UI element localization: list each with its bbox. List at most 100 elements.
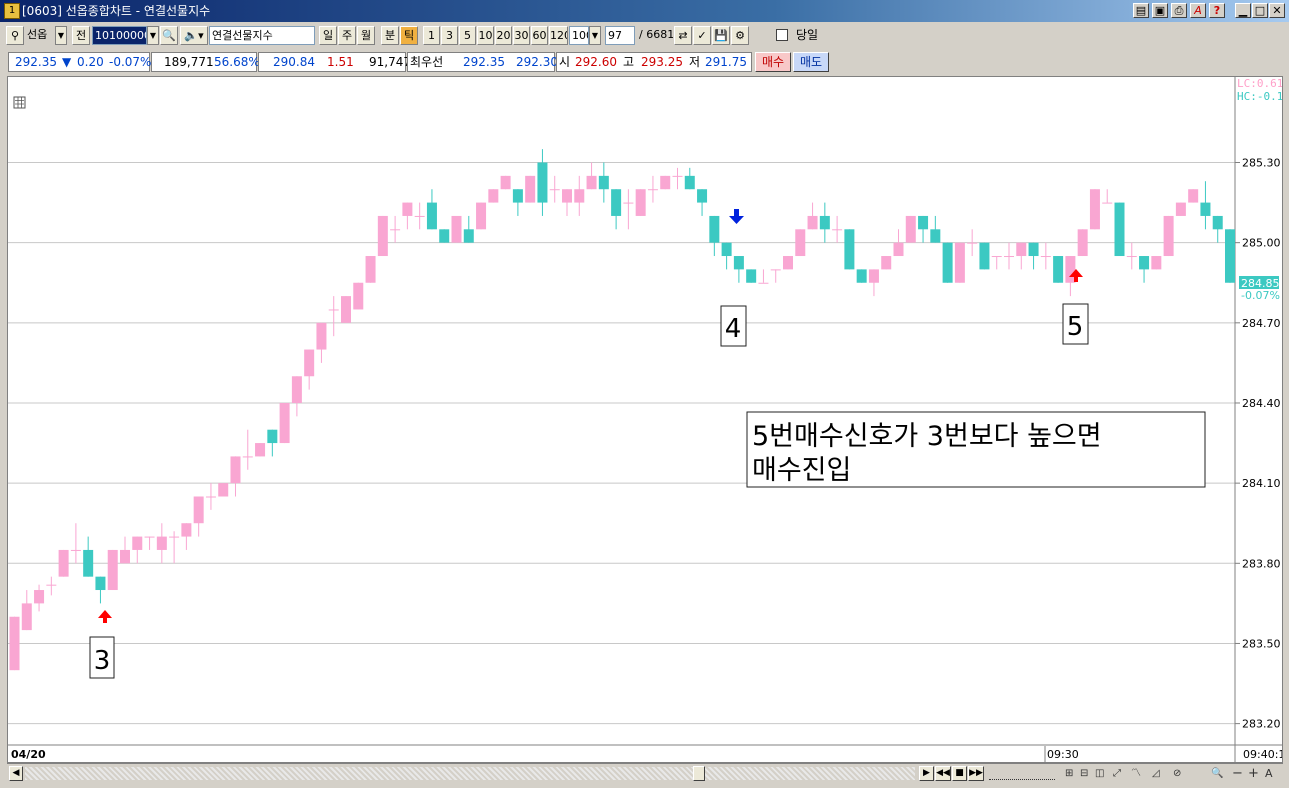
fast-forward-button[interactable]: ▶▶ (968, 766, 984, 781)
interval-3-button[interactable]: 3 (441, 26, 458, 45)
candle-body (193, 496, 204, 524)
candle-body (304, 349, 315, 377)
screen-icon[interactable]: ▣ (1152, 3, 1168, 18)
period-week-button[interactable]: 주 (338, 26, 356, 45)
layout-icon[interactable]: ▤ (1133, 3, 1149, 18)
minimize-button[interactable]: ▁ (1235, 3, 1251, 18)
pin-icon[interactable]: ⚲ (6, 26, 24, 45)
chart-panel[interactable]: 285.30 285.00 284.70 284.40 284.10 283.80 283.… (7, 76, 1283, 763)
play-button[interactable]: ▶ (919, 766, 934, 781)
candle-body (525, 175, 536, 203)
current-price: 292.35 (15, 55, 57, 69)
zoom-in-icon[interactable]: + (1248, 767, 1259, 780)
bottom-scrollbar[interactable]: ◀ ▶ ◀◀ ■ ▶▶ ⊞ ⊟ ◫ ⤢ 〽 ◿ ⊘ 🔍 − + A (7, 763, 1283, 783)
candle-body (967, 242, 978, 244)
trend-tool-icon[interactable]: ◿ (1152, 768, 1160, 780)
wave-tool-icon[interactable]: 〽 (1131, 768, 1141, 780)
interval-1-button[interactable]: 1 (423, 26, 440, 45)
interval-120-button[interactable]: 120 (549, 26, 568, 45)
candlestick-chart[interactable]: 285.30 285.00 284.70 284.40 284.10 283.80 283.… (8, 77, 1282, 762)
window-tool-icon[interactable]: ◫ (1095, 768, 1104, 780)
current-change-label: -0.07% (1241, 289, 1280, 302)
lc-indicator: LC:0.61 (1237, 77, 1282, 90)
maximize-button[interactable]: □ (1252, 3, 1268, 18)
sell-button[interactable]: 매도 (793, 52, 829, 72)
candle-body (218, 483, 229, 497)
code-input[interactable]: 101000000 (92, 26, 147, 45)
transfer-icon[interactable]: ⇄ (674, 26, 692, 45)
candle-body (905, 215, 916, 243)
candle-body (623, 202, 634, 204)
candle-body (1065, 256, 1076, 283)
candle-body (83, 549, 94, 577)
candle-body (1114, 202, 1125, 257)
candle-body (1077, 229, 1088, 257)
zoom-in-box-icon[interactable]: ⊞ (1065, 768, 1073, 780)
zoom-out-box-icon[interactable]: ⊟ (1080, 768, 1088, 780)
period-tick-button[interactable]: 틱 (400, 26, 418, 45)
search-icon[interactable]: 🔍 (160, 26, 178, 45)
market-dropdown-icon[interactable]: ▼ (55, 26, 67, 45)
candle-body (537, 162, 548, 203)
candle-body (1225, 229, 1235, 283)
interval-30-button[interactable]: 30 (513, 26, 530, 45)
zoom-out-icon[interactable]: − (1232, 767, 1243, 780)
candle-body (402, 202, 413, 216)
interval-20-button[interactable]: 20 (495, 26, 512, 45)
period-day-button[interactable]: 일 (319, 26, 337, 45)
print-icon[interactable]: ⎙ (1171, 3, 1187, 18)
candle-body (868, 269, 879, 283)
candle-body (844, 229, 855, 270)
candle-body (598, 175, 609, 190)
tick-select[interactable]: 100 (569, 26, 589, 45)
candle-body (377, 215, 388, 257)
check-chart-icon[interactable]: ✓ (693, 26, 711, 45)
candle-body (1188, 189, 1199, 203)
candles (9, 149, 1235, 671)
interval-10-button[interactable]: 10 (477, 26, 494, 45)
font-icon[interactable]: A (1190, 3, 1206, 18)
magnify-icon[interactable]: 🔍 (1211, 768, 1223, 780)
basis: 1.51 (327, 55, 354, 69)
candle-body (70, 549, 81, 551)
candle-body (783, 256, 793, 270)
candle-body (439, 229, 450, 243)
total-count: / 6681 (639, 28, 673, 41)
candle-body (107, 549, 118, 591)
candle-body (242, 456, 253, 458)
sell-signal-4-icon (729, 209, 744, 224)
code-dropdown-icon[interactable]: ▼ (147, 26, 159, 45)
interval-5-button[interactable]: 5 (459, 26, 476, 45)
scroll-thumb[interactable] (693, 766, 705, 781)
rewind-button[interactable]: ◀◀ (935, 766, 951, 781)
auto-scale-icon[interactable]: A (1265, 768, 1273, 780)
price-box: 292.35 ▼ 0.20 -0.07% (8, 52, 151, 72)
candle-body (733, 256, 744, 270)
count-input[interactable]: 97 (605, 26, 635, 45)
speaker-icon[interactable]: 🔈▾ (180, 26, 208, 45)
grid-toggle-icon[interactable] (13, 96, 26, 109)
buy-button[interactable]: 매수 (755, 52, 791, 72)
scroll-track[interactable] (25, 767, 915, 780)
lock-tool-icon[interactable]: ⊘ (1173, 768, 1181, 780)
stop-button[interactable]: ■ (952, 766, 967, 781)
close-button[interactable]: ✕ (1269, 3, 1285, 18)
candle-body (1126, 256, 1137, 258)
zoom-slider[interactable] (989, 768, 1055, 780)
candle-body (341, 296, 351, 323)
interval-60-button[interactable]: 60 (531, 26, 548, 45)
today-checkbox[interactable] (776, 29, 788, 41)
settings-icon[interactable]: ⚙ (731, 26, 749, 45)
candle-body (1151, 256, 1162, 270)
tick-dropdown-icon[interactable]: ▼ (589, 26, 601, 45)
low-price: 291.75 (705, 55, 747, 69)
period-minute-button[interactable]: 분 (381, 26, 399, 45)
period-month-button[interactable]: 월 (357, 26, 375, 45)
prev-button[interactable]: 전 (72, 26, 90, 45)
scroll-left-button[interactable]: ◀ (9, 766, 23, 781)
annotation-line-1: 5번매수신호가 3번보다 높으면 (752, 421, 1102, 452)
expand-tool-icon[interactable]: ⤢ (1113, 768, 1121, 780)
change-value: 0.20 (77, 55, 104, 69)
help-icon[interactable]: ? (1209, 3, 1225, 18)
save-icon[interactable]: 💾 (712, 26, 730, 45)
